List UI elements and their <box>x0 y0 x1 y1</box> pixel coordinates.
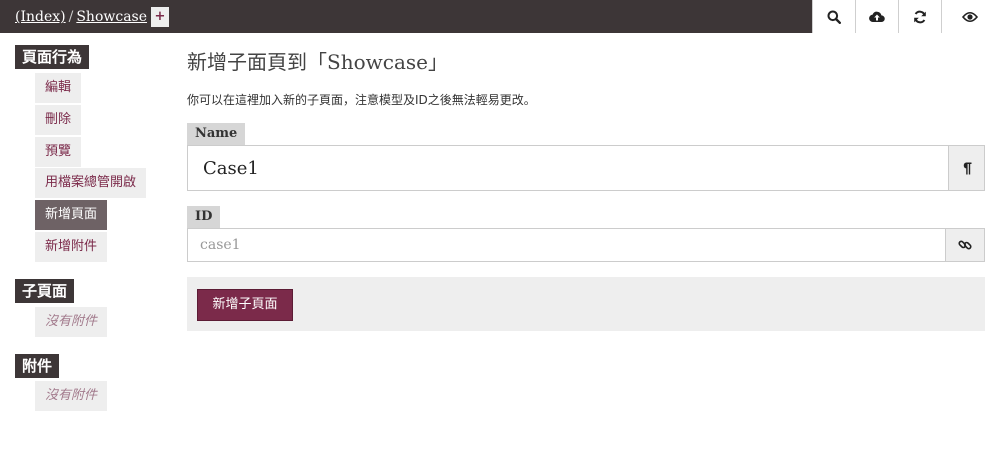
breadcrumb: (Index) / Showcase <box>15 9 147 25</box>
page-description: 你可以在這裡加入新的子頁面，注意模型及ID之後無法輕易更改。 <box>187 93 536 107</box>
id-field[interactable]: case1 <box>187 228 985 262</box>
refresh-button[interactable] <box>898 0 941 33</box>
add-subpage-button[interactable]: 新增子頁面 <box>197 289 293 321</box>
page-title: 新增子面頁到「Showcase」 <box>187 50 448 74</box>
sidebar-item-preview[interactable]: 預覽 <box>35 137 82 167</box>
sidebar-heading-actions: 頁面行為 <box>15 45 90 69</box>
id-field-label: ID <box>187 206 221 228</box>
name-format-button[interactable] <box>948 146 984 190</box>
pilcrow-icon <box>963 162 971 174</box>
name-field[interactable]: Case1 <box>187 145 985 191</box>
top-bar: (Index) / Showcase + <box>0 0 998 33</box>
form-actions: 新增子頁面 <box>187 277 985 331</box>
id-link-button[interactable] <box>945 229 984 261</box>
preview-button[interactable] <box>941 0 998 33</box>
eye-icon <box>962 11 978 22</box>
cloud-upload-icon <box>869 11 885 23</box>
sidebar-item-delete[interactable]: 刪除 <box>35 105 82 135</box>
upload-button[interactable] <box>855 0 898 33</box>
search-button[interactable] <box>812 0 855 33</box>
breadcrumb-index-link[interactable]: (Index) <box>15 9 66 25</box>
sidebar-item-new-attachment[interactable]: 新增附件 <box>35 232 108 262</box>
add-page-button[interactable]: + <box>151 7 169 27</box>
breadcrumb-page-link[interactable]: Showcase <box>76 9 147 25</box>
sidebar-heading-attachments: 附件 <box>15 354 60 378</box>
attachments-empty-text: 沒有附件 <box>35 381 108 411</box>
name-field-label: Name <box>187 123 246 145</box>
id-field-placeholder: case1 <box>200 237 241 253</box>
subpages-empty-text: 沒有附件 <box>35 307 108 337</box>
search-icon <box>827 10 841 24</box>
sidebar-item-edit[interactable]: 編輯 <box>35 73 82 103</box>
sidebar-item-open-in-explorer[interactable]: 用檔案總管開啟 <box>35 168 147 198</box>
name-field-value: Case1 <box>203 158 259 179</box>
refresh-icon <box>914 10 926 23</box>
link-icon <box>958 240 972 250</box>
breadcrumb-separator: / <box>68 9 74 25</box>
sidebar-item-new-page[interactable]: 新增頁面 <box>35 200 108 230</box>
sidebar-heading-subpages: 子頁面 <box>15 279 75 303</box>
